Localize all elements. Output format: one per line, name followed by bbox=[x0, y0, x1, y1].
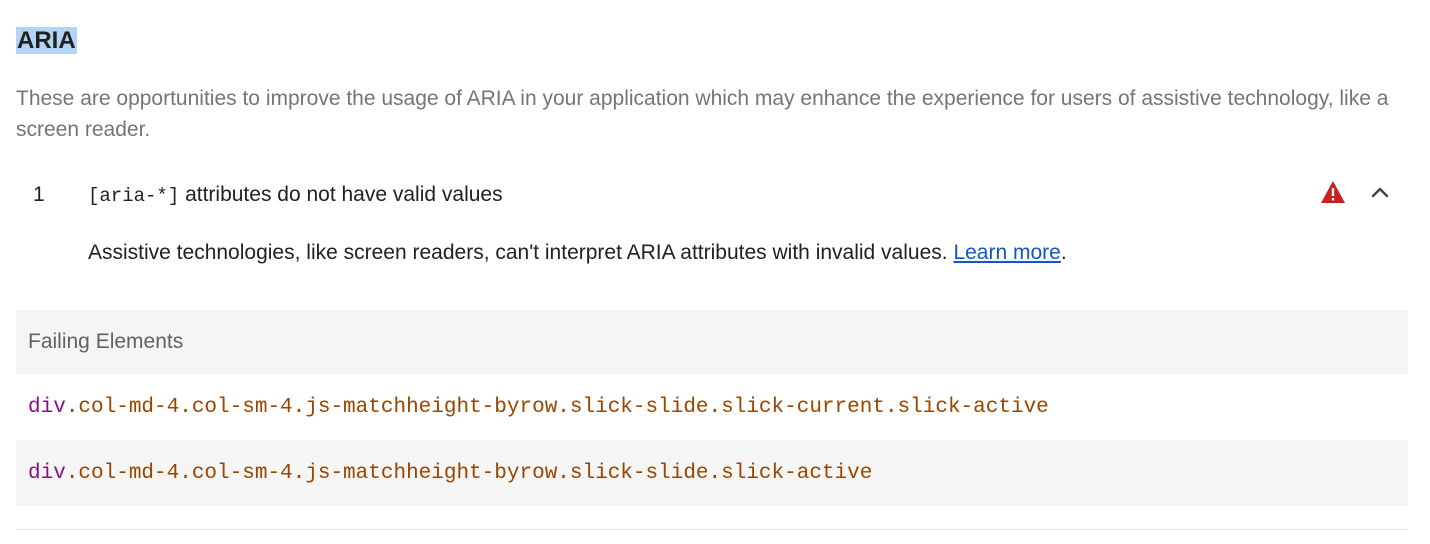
table-row: div .col-md-4.col-sm-4.js-matchheight-byr… bbox=[16, 374, 1408, 440]
element-classes: .col-md-4.col-sm-4.js-matchheight-byrow.… bbox=[65, 461, 873, 485]
element-tag: div bbox=[28, 395, 66, 419]
audit-description-text: Assistive technologies, like screen read… bbox=[88, 241, 948, 264]
learn-more-link[interactable]: Learn more bbox=[953, 241, 1060, 264]
failing-elements-table: Failing Elements div .col-md-4.col-sm-4.j… bbox=[16, 310, 1408, 506]
element-tag: div bbox=[28, 461, 66, 485]
audit-description-end: . bbox=[1060, 241, 1067, 264]
divider bbox=[16, 529, 1408, 530]
audit-title-text: attributes do not have valid values bbox=[185, 183, 503, 206]
warning-triangle-icon bbox=[1321, 181, 1345, 203]
chevron-up-icon[interactable] bbox=[1368, 182, 1392, 202]
audit-index: 1 bbox=[33, 183, 45, 206]
audit-title-code: [aria-*] bbox=[88, 185, 180, 207]
section-title: ARIA bbox=[16, 24, 77, 58]
section-title-text: ARIA bbox=[16, 27, 77, 54]
table-header: Failing Elements bbox=[16, 310, 1408, 374]
table-row: div .col-md-4.col-sm-4.js-matchheight-byr… bbox=[16, 440, 1408, 506]
section-description: These are opportunities to improve the u… bbox=[16, 87, 1389, 141]
element-classes: .col-md-4.col-sm-4.js-matchheight-byrow.… bbox=[65, 395, 1049, 419]
audit-description: Assistive technologies, like screen read… bbox=[88, 238, 1388, 268]
audit-title[interactable]: [aria-*] attributes do not have valid va… bbox=[88, 181, 503, 210]
